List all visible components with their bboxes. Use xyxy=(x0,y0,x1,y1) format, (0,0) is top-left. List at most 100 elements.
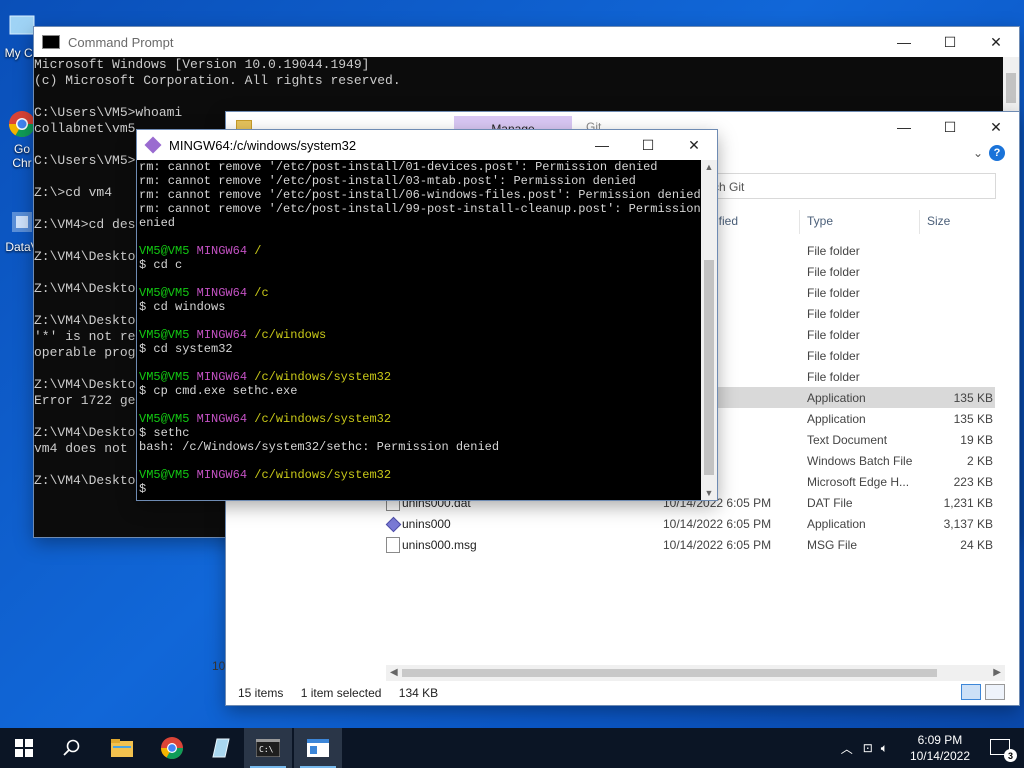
chevron-down-icon[interactable]: ⌄ xyxy=(973,146,983,160)
console-line: $ xyxy=(139,482,147,496)
column-size[interactable]: Size xyxy=(927,214,950,228)
prompt-line: VM5@VM5 MINGW64 /c/windows/system32 xyxy=(139,468,701,482)
scrollbar-thumb[interactable] xyxy=(402,669,937,677)
minimize-button[interactable]: — xyxy=(579,130,625,160)
minimize-button[interactable]: — xyxy=(881,112,927,142)
file-type: Microsoft Edge H... xyxy=(807,475,910,489)
close-button[interactable]: ✕ xyxy=(973,112,1019,142)
file-type: File folder xyxy=(807,349,860,363)
prompt-path: /c/windows/system32 xyxy=(254,370,392,384)
file-type: Application xyxy=(807,412,866,426)
prompt-line: VM5@VM5 MINGW64 /c xyxy=(139,286,701,300)
column-date-modified[interactable]: ified xyxy=(716,214,738,228)
taskbar-notepad[interactable] xyxy=(196,728,244,768)
search-button[interactable] xyxy=(48,728,96,768)
mingw-titlebar[interactable]: MINGW64:/c/windows/system32 — ☐ ✕ xyxy=(137,130,717,160)
file-name: unins000 xyxy=(402,517,451,531)
status-size: 134 KB xyxy=(398,686,439,700)
prompt-line: VM5@VM5 MINGW64 /c/windows xyxy=(139,328,701,342)
file-type: MSG File xyxy=(807,538,858,552)
file-name: unins000.msg xyxy=(402,538,477,552)
console-line: (c) Microsoft Corporation. All rights re… xyxy=(34,73,401,88)
details-view-icon[interactable] xyxy=(961,684,981,700)
prompt-path: /c/windows/system32 xyxy=(254,468,392,482)
maximize-button[interactable]: ☐ xyxy=(927,112,973,142)
mingw-console-output[interactable]: rm: cannot remove '/etc/post-install/01-… xyxy=(139,160,701,500)
view-toggle xyxy=(961,684,1005,700)
prompt-env: MINGW64 xyxy=(196,412,248,426)
file-type: DAT File xyxy=(807,496,853,510)
minimize-button[interactable]: — xyxy=(881,27,927,57)
taskbar-file-explorer[interactable] xyxy=(98,728,146,768)
start-button[interactable] xyxy=(0,728,48,768)
taskbar-file-explorer-open[interactable] xyxy=(294,728,342,768)
file-size: 24 KB xyxy=(960,538,993,552)
notification-center-button[interactable]: 3 xyxy=(990,739,1017,762)
file-size: 19 KB xyxy=(960,433,993,447)
file-size: 2 KB xyxy=(966,454,993,468)
search-input[interactable]: ch Git xyxy=(706,173,996,199)
scroll-down-icon[interactable]: ▼ xyxy=(701,488,717,498)
prompt-env: MINGW64 xyxy=(196,468,248,482)
folder-icon xyxy=(111,739,133,757)
help-icon[interactable]: ? xyxy=(989,145,1005,161)
column-type[interactable]: Type xyxy=(807,214,833,228)
scrollbar-thumb[interactable] xyxy=(704,260,714,475)
git-bash-icon xyxy=(144,136,162,154)
console-line: rm: cannot remove '/etc/post-install/03-… xyxy=(139,174,636,188)
console-line: $ cp cmd.exe sethc.exe xyxy=(139,384,298,398)
prompt-path: /c xyxy=(254,286,269,300)
file-date-modified: 10/14/2022 6:05 PM xyxy=(663,538,772,552)
table-row[interactable]: unins000.msg 10/14/2022 6:05 PM MSG File 24… xyxy=(386,534,995,555)
cmd-titlebar[interactable]: Command Prompt — ☐ ✕ xyxy=(34,27,1019,57)
maximize-button[interactable]: ☐ xyxy=(927,27,973,57)
taskbar-chrome[interactable] xyxy=(148,728,196,768)
prompt-path: /c/windows/system32 xyxy=(254,412,392,426)
scroll-up-icon[interactable]: ▲ xyxy=(701,162,717,172)
search-icon xyxy=(63,739,80,756)
close-button[interactable]: ✕ xyxy=(973,27,1019,57)
chevron-up-icon[interactable]: ︿ xyxy=(841,740,853,757)
prompt-line: VM5@VM5 MINGW64 /c/windows/system32 xyxy=(139,370,701,384)
prompt-user: VM5@VM5 xyxy=(139,244,190,258)
console-line: Microsoft Windows [Version 10.0.19044.19… xyxy=(34,57,370,72)
prompt-user: VM5@VM5 xyxy=(139,328,190,342)
volume-icon[interactable]: 🔈︎ xyxy=(881,741,888,756)
clock[interactable]: 6:09 PM 10/14/2022 xyxy=(910,732,970,764)
scroll-left-icon[interactable]: ◀ xyxy=(390,665,398,681)
network-icon[interactable]: ⊡ xyxy=(863,741,873,755)
scrollbar-thumb[interactable] xyxy=(1006,73,1016,103)
scroll-right-icon[interactable]: ▶ xyxy=(993,665,1001,681)
taskbar: C:\ ︿ ⊡ 🔈︎ 6:09 PM 10/14/2022 3 xyxy=(0,728,1024,768)
taskbar-command-prompt[interactable]: C:\ xyxy=(244,728,292,768)
clock-time: 6:09 PM xyxy=(917,733,963,747)
table-row[interactable]: unins000 10/14/2022 6:05 PM Application 3,1… xyxy=(385,513,995,534)
prompt-user: VM5@VM5 xyxy=(139,286,190,300)
mingw64-terminal-window[interactable]: MINGW64:/c/windows/system32 — ☐ ✕ rm: ca… xyxy=(137,130,717,500)
file-size: 135 KB xyxy=(953,412,993,426)
console-line: enied xyxy=(139,216,176,230)
console-line: $ sethc xyxy=(139,426,190,440)
notification-count-badge: 3 xyxy=(1004,749,1017,762)
console-line: rm: cannot remove '/etc/post-install/99-… xyxy=(139,202,701,216)
file-type: Windows Batch File xyxy=(807,454,913,468)
maximize-button[interactable]: ☐ xyxy=(625,130,671,160)
terminal-icon: C:\ xyxy=(256,739,280,757)
prompt-path: /c/windows xyxy=(254,328,327,342)
close-button[interactable]: ✕ xyxy=(671,130,717,160)
prompt-env: MINGW64 xyxy=(196,370,248,384)
large-icons-view-icon[interactable] xyxy=(985,684,1005,700)
mingw-scrollbar[interactable]: ▲ ▼ xyxy=(701,160,717,500)
file-type: Text Document xyxy=(807,433,888,447)
file-type: File folder xyxy=(807,328,860,342)
console-line: rm: cannot remove '/etc/post-install/01-… xyxy=(139,160,658,174)
horizontal-scrollbar[interactable]: ◀ ▶ xyxy=(386,665,1005,681)
prompt-env: MINGW64 xyxy=(196,244,248,258)
notepad-icon xyxy=(212,738,230,758)
file-size: 135 KB xyxy=(953,391,993,405)
prompt-line: VM5@VM5 MINGW64 / xyxy=(139,244,701,258)
